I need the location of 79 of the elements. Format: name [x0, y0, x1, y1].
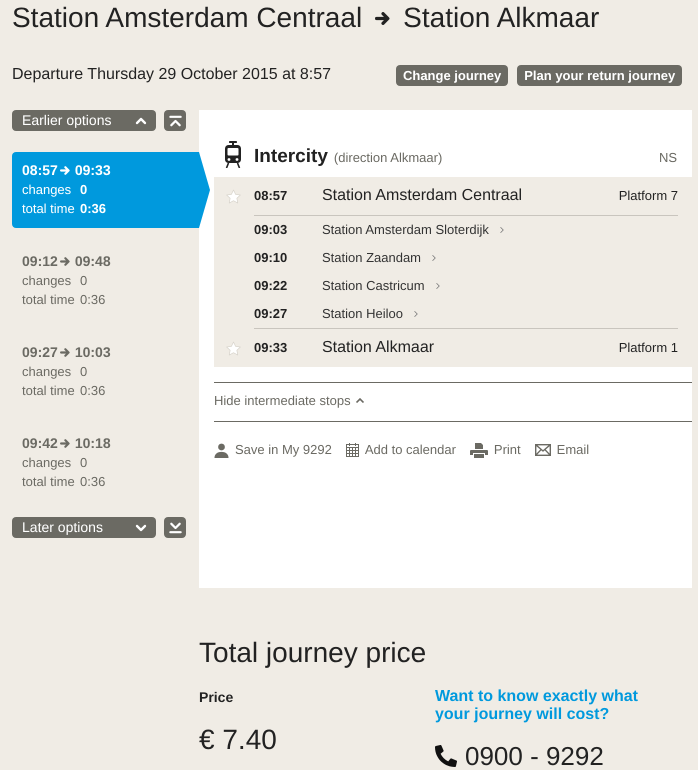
stop-time: 09:33	[254, 339, 288, 358]
changes-value: 0	[80, 454, 88, 472]
total-time-label: total time	[22, 473, 76, 491]
station-link[interactable]: Station Castricum	[322, 276, 425, 296]
price-label: Price	[199, 688, 234, 706]
changes-label: changes	[22, 363, 72, 381]
stop-time: 09:27	[254, 305, 288, 324]
total-time-label: total time	[22, 382, 76, 400]
train-direction: (direction Alkmaar)	[334, 149, 442, 167]
station-link[interactable]: Station Zaandam	[322, 248, 422, 268]
changes-label: changes	[22, 272, 72, 290]
phone-number: 0900 - 9292	[465, 742, 604, 770]
arrow-right-icon	[375, 12, 390, 24]
earlier-options-button[interactable]: Earlier options	[12, 110, 156, 131]
departure-text: Departure Thursday 29 October 2015 at 8:57	[12, 65, 332, 85]
changes-value: 0	[80, 363, 88, 381]
stop-time: 08:57	[254, 187, 288, 206]
star-icon[interactable]	[226, 340, 241, 356]
later-options-button[interactable]: Later options	[12, 517, 156, 538]
journey-option[interactable]: 09:42 10:18 changes 0 total time 0:36	[12, 425, 186, 501]
station-name: Station Amsterdam Centraal	[322, 186, 522, 206]
total-time-value: 0:36	[80, 291, 106, 309]
total-time-value: 0:36	[80, 473, 106, 491]
email-link[interactable]: Email	[534, 441, 590, 459]
changes-label: changes	[22, 454, 72, 472]
total-time-label: total time	[22, 291, 76, 309]
calendar-icon	[346, 443, 359, 457]
journey-button[interactable]: Change journey	[396, 64, 508, 86]
add-to-calendar-link[interactable]: Add to calendar	[346, 441, 456, 459]
arrow-right-icon	[60, 348, 70, 357]
station-name: Station Alkmaar	[322, 338, 434, 358]
stop-time: 09:22	[254, 277, 288, 296]
departure-time: 09:27	[22, 343, 58, 362]
arrival-time: 09:33	[74, 161, 111, 180]
printer-icon	[470, 442, 488, 458]
stop-time: 09:10	[254, 249, 288, 268]
origin-station: Station Amsterdam Centraal	[12, 2, 362, 34]
destination-station: Station Alkmaar	[403, 2, 600, 34]
stop-time: 09:03	[254, 221, 288, 240]
first-option-button[interactable]	[164, 110, 186, 131]
platform-text: Platform 7	[618, 187, 678, 206]
changes-value: 0	[80, 272, 88, 290]
operator-name: NS	[658, 149, 677, 167]
scroll-to-top-icon	[168, 114, 182, 126]
arrow-right-icon	[60, 257, 70, 266]
arrival-time: 10:18	[74, 434, 111, 453]
total-time-value: 0:36	[80, 200, 106, 218]
changes-value: 0	[80, 181, 88, 199]
departure-time: 08:57	[22, 161, 58, 180]
star-icon[interactable]	[226, 188, 241, 204]
phone-icon	[435, 745, 457, 767]
toggle-stops-link[interactable]: Hide intermediate stops	[214, 392, 364, 410]
envelope-icon	[534, 444, 551, 456]
station-link[interactable]: Station Amsterdam Sloterdijk	[322, 220, 489, 240]
departure-time: 09:42	[22, 434, 58, 453]
cost-info-text: Want to know exactly what your journey will cost?	[435, 688, 639, 724]
save-link[interactable]: Save in My 9292	[214, 441, 332, 459]
scroll-to-bottom-icon	[168, 522, 182, 534]
price-heading: Total journey price	[199, 637, 428, 669]
last-option-button[interactable]	[164, 517, 186, 538]
arrow-right-icon	[60, 166, 70, 175]
train-icon	[224, 141, 242, 168]
total-time-value: 0:36	[80, 382, 106, 400]
arrival-time: 10:03	[74, 343, 111, 362]
journey-option[interactable]: 08:57 09:33 changes 0 total time 0:36	[12, 152, 210, 228]
total-time-label: total time	[22, 200, 76, 218]
print-link[interactable]: Print	[470, 441, 521, 459]
journey-option[interactable]: 09:27 10:03 changes 0 total time 0:36	[12, 334, 186, 410]
arrow-right-icon	[60, 439, 70, 448]
departure-time: 09:12	[22, 252, 58, 271]
journey-option[interactable]: 09:12 09:48 changes 0 total time 0:36	[12, 243, 186, 319]
price-amount: € 7.40	[199, 724, 278, 756]
train-type: Intercity	[254, 146, 328, 168]
person-icon	[214, 442, 229, 458]
changes-label: changes	[22, 181, 72, 199]
station-link[interactable]: Station Heiloo	[322, 304, 403, 324]
arrival-time: 09:48	[74, 252, 111, 271]
journey-button[interactable]: Plan your return journey	[517, 64, 682, 86]
platform-text: Platform 1	[618, 339, 678, 358]
